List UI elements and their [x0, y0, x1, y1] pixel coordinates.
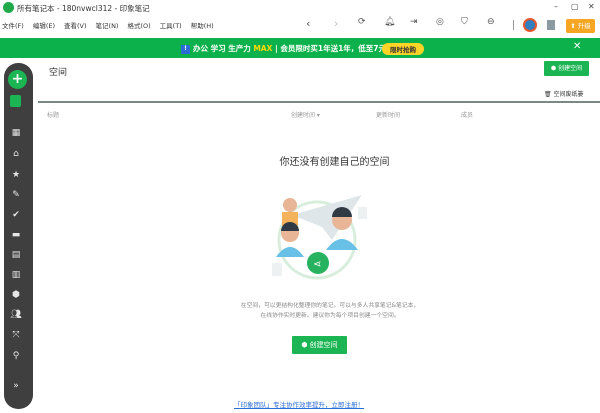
search-icon[interactable]: ⚲	[9, 351, 23, 363]
note-icon[interactable]: ▤	[9, 250, 23, 262]
empty-state-title: 你还没有创建自己的空间	[279, 157, 390, 168]
at-icon[interactable]: ◎	[436, 17, 444, 33]
menu-bar: 文件(F) 编辑(E) 查看(V) 笔记(N) 格式(O) 工具(T) 帮助(H…	[0, 20, 214, 32]
svg-text:⋖: ⋖	[313, 259, 321, 270]
create-space-main-label: 创建空间	[309, 341, 338, 349]
app-logo-icon	[3, 2, 14, 13]
toolbar-divider	[513, 20, 514, 30]
people-icon[interactable]: 👥︎	[9, 310, 23, 322]
expand-arrows-icon[interactable]: ⤧	[9, 330, 23, 342]
empty-state-illustration: ⋖	[272, 195, 367, 280]
menu-file[interactable]: 文件(F)	[2, 20, 24, 32]
upgrade-label: 升级	[577, 22, 591, 30]
shield-icon[interactable]: ⛉	[461, 17, 468, 33]
more-icon[interactable]: ⊖	[487, 17, 495, 33]
create-space-button[interactable]: ⬢ 创建空间	[544, 61, 589, 76]
briefcase-icon[interactable]: ▬	[9, 230, 23, 242]
check-icon[interactable]: ✔	[9, 210, 23, 222]
info-badge-icon: !	[181, 44, 190, 54]
expand-sidebar-button[interactable]: »	[9, 381, 23, 393]
create-space-label: 创建空间	[558, 65, 583, 72]
column-updated[interactable]: 更新时间	[376, 110, 400, 119]
team-register-link[interactable]: 「印象团队」专注协作效率提升，立即注册！	[234, 399, 364, 409]
menu-view[interactable]: 查看(V)	[64, 20, 87, 32]
menu-format[interactable]: 格式(O)	[127, 20, 150, 32]
description-line-2: 在线协作实时更新。建议你为每个项目创建一个空间。	[260, 313, 400, 319]
banner-text-1: 办公 学习 生产力	[193, 44, 254, 53]
banner-max: MAX	[253, 44, 273, 53]
banner-text: ! 办公 学习 生产力 MAX | 会员限时买1年送1年，低至7元/月	[181, 43, 396, 54]
upgrade-button[interactable]: ⬆ 升级	[566, 19, 595, 33]
column-title[interactable]: 标题	[47, 110, 59, 119]
new-note-button[interactable]: +	[8, 70, 27, 89]
notebook-switch-icon[interactable]	[10, 95, 21, 107]
banner-close-button[interactable]: ✕	[573, 41, 581, 52]
space-trash-link[interactable]: 🗑︎ 空间废纸篓	[544, 89, 584, 98]
header-divider	[38, 101, 600, 103]
window-title: 所有笔记本 - 180nvwcl312 - 印象笔记	[17, 4, 150, 13]
menu-edit[interactable]: 编辑(E)	[33, 20, 55, 32]
column-created[interactable]: 创建时间 ▾	[291, 110, 320, 119]
empty-state-description: 在空间，可以更结构化整理你的笔记，可以与多人共享笔记&笔记本， 在线协作实时更新。…	[200, 301, 460, 321]
space-icon[interactable]: ⬢	[9, 290, 23, 302]
minimize-button[interactable]: –	[554, 2, 558, 11]
column-members[interactable]: 成员	[461, 110, 473, 119]
create-space-main-button[interactable]: ⬢ 创建空间	[292, 336, 347, 354]
pen-icon[interactable]: ✎	[9, 190, 23, 202]
notebook-icon[interactable]: ▥	[9, 270, 23, 282]
sign-in-icon[interactable]: ⇥	[410, 17, 418, 33]
promo-button[interactable]: 限时抢购	[382, 43, 424, 55]
sync-icon[interactable]: ⟳	[358, 17, 366, 33]
widget-icon[interactable]	[547, 20, 555, 30]
promo-banner: ! 办公 学习 生产力 MAX | 会员限时买1年送1年，低至7元/月 限时抢购 …	[0, 38, 600, 58]
banner-text-2: | 会员限时买1年送1年，低至7元/月	[272, 44, 397, 53]
description-line-1: 在空间，可以更结构化整理你的笔记，可以与多人共享笔记&笔记本，	[240, 303, 420, 309]
menu-note[interactable]: 笔记(N)	[96, 20, 119, 32]
trash-label: 空间废纸篓	[553, 91, 584, 98]
close-button[interactable]: ✕	[588, 2, 595, 11]
menu-tools[interactable]: 工具(T)	[160, 20, 182, 32]
maximize-button[interactable]: ▢	[571, 2, 579, 11]
dashboard-icon[interactable]: ▦	[9, 128, 23, 140]
back-button[interactable]: ‹	[306, 17, 310, 33]
menu-help[interactable]: 帮助(H)	[191, 20, 214, 32]
page-title: 空间	[49, 68, 68, 78]
star-icon[interactable]: ★	[9, 170, 23, 182]
forward-button[interactable]: ›	[334, 17, 338, 33]
title-bar: 所有笔记本 - 180nvwcl312 - 印象笔记 – ▢ ✕	[0, 0, 600, 16]
avatar[interactable]	[523, 18, 537, 32]
bell-icon[interactable]: 🔔︎	[384, 17, 395, 33]
